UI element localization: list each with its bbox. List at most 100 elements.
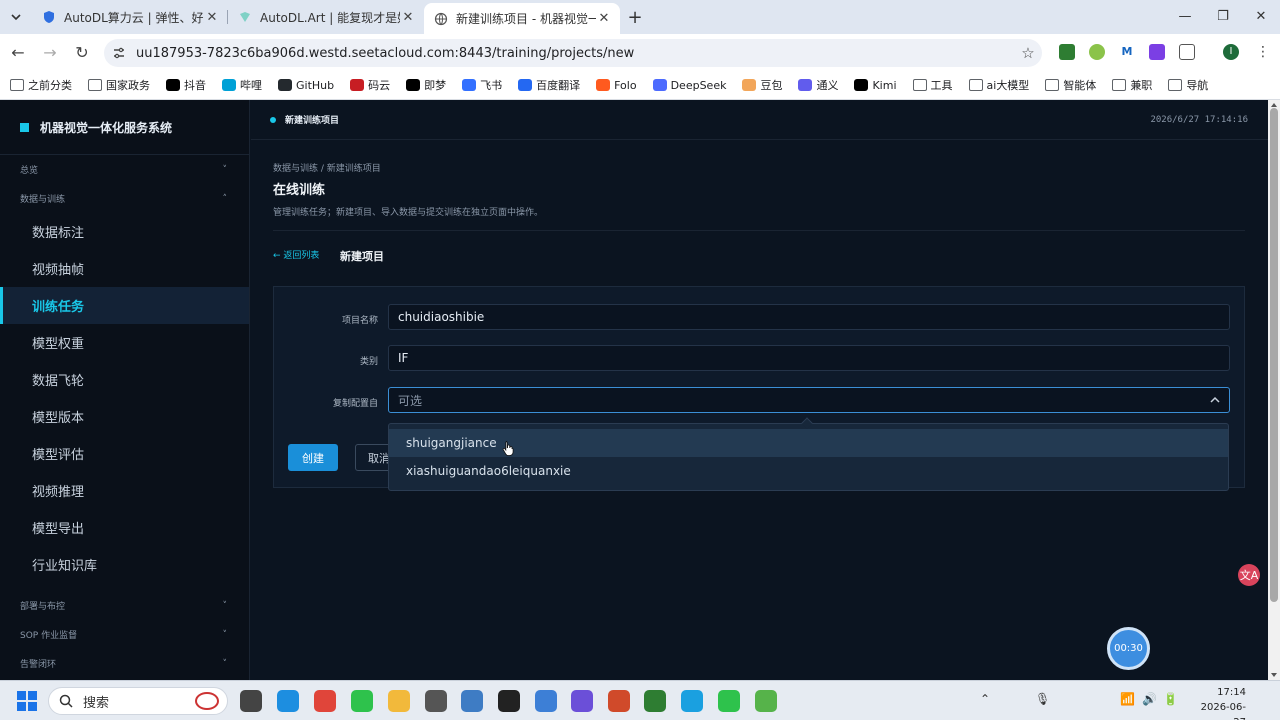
wechat-icon[interactable] xyxy=(351,690,373,712)
omnibox[interactable]: uu187953-7823c6ba906d.westd.seetacloud.c… xyxy=(104,39,1042,67)
bookmark-item[interactable]: 兼职 xyxy=(1112,77,1152,93)
folder-icon[interactable] xyxy=(388,690,410,712)
scrollbar-thumb[interactable] xyxy=(1270,108,1278,602)
translate-button[interactable]: 文A xyxy=(1238,564,1260,586)
bookmark-item[interactable]: 国家政务 xyxy=(88,77,150,93)
notepad-icon[interactable] xyxy=(461,690,483,712)
bookmark-item[interactable]: 通义 xyxy=(798,77,838,93)
site-favicon-icon xyxy=(798,79,813,91)
wifi-icon[interactable]: 📶 xyxy=(1120,692,1135,706)
app-icon[interactable] xyxy=(681,690,703,712)
bookmark-item[interactable]: 工具 xyxy=(912,77,953,93)
app-icon[interactable] xyxy=(571,690,593,712)
browser-tab-autodl-art[interactable]: AutoDL.Art | 能复现才是好算 ✕ xyxy=(228,3,424,31)
create-button[interactable]: 创建 xyxy=(288,444,338,471)
chrome-icon[interactable] xyxy=(314,690,336,712)
bookmark-item[interactable]: Kimi xyxy=(854,79,897,92)
bookmark-item[interactable]: 之前分类 xyxy=(10,77,72,93)
sidebar-group[interactable]: 数据与训练 ˄ xyxy=(0,184,249,213)
category-input[interactable]: IF xyxy=(388,345,1230,371)
bookmark-item[interactable]: 百度翻译 xyxy=(518,77,580,93)
restore-button[interactable]: ❐ xyxy=(1204,0,1242,32)
browser-tab-active[interactable]: 新建训练项目 - 机器视觉一体化 ✕ xyxy=(424,3,620,34)
site-info-icon[interactable] xyxy=(112,46,126,60)
page-scrollbar[interactable] xyxy=(1268,100,1280,680)
sidebar-item[interactable]: 数据飞轮 xyxy=(0,361,249,398)
bookmark-item[interactable]: 抖音 xyxy=(166,77,206,93)
bookmark-star-icon[interactable]: ☆ xyxy=(1014,44,1042,62)
profile-avatar[interactable]: I xyxy=(1223,44,1239,60)
sidebar-group[interactable]: SOP 作业监督 ˅ xyxy=(0,620,249,649)
extension-m-icon[interactable]: M xyxy=(1119,44,1135,60)
sidebar-item[interactable]: 模型版本 xyxy=(0,398,249,435)
bookmark-item[interactable]: ai大模型 xyxy=(968,77,1029,93)
url-text[interactable]: uu187953-7823c6ba906d.westd.seetacloud.c… xyxy=(136,46,1014,61)
sidebar-group[interactable]: 告警闭环 ˅ xyxy=(0,649,249,678)
sidebar-item[interactable]: 视频推理 xyxy=(0,472,249,509)
sidebar-item[interactable]: 训练任务 xyxy=(0,287,249,324)
back-to-list-link[interactable]: ← 返回列表 xyxy=(273,248,319,261)
brand[interactable]: 机器视觉一体化服务系统 xyxy=(0,100,249,155)
app-icon[interactable] xyxy=(425,690,447,712)
scroll-up-icon[interactable] xyxy=(1271,103,1277,107)
sidebar-group[interactable]: 部署与布控 ˅ xyxy=(0,591,249,620)
bookmark-item[interactable]: 飞书 xyxy=(462,77,502,93)
bookmark-item[interactable]: GitHub xyxy=(278,79,334,92)
sidebar-nav: 总览 ˅ 数据与训练 ˄ 数据标注 视频抽帧 训练任务 模型权重 数据飞轮 模型版本 模型评估 视频推… xyxy=(0,155,249,678)
bookmark-item[interactable]: 即梦 xyxy=(406,77,446,93)
extension-g-icon[interactable] xyxy=(1149,44,1165,60)
bookmark-item[interactable]: 导航 xyxy=(1168,77,1208,93)
microphone-icon[interactable]: 🎙 xyxy=(1035,692,1050,706)
bookmark-item[interactable]: 哔哩 xyxy=(222,77,262,93)
sidebar-item[interactable]: 视频抽帧 xyxy=(0,250,249,287)
wechat-work-icon[interactable] xyxy=(718,690,740,712)
copy-config-label: 复制配置自 xyxy=(332,399,378,409)
minimize-button[interactable]: — xyxy=(1166,0,1204,32)
bookmark-item[interactable]: 豆包 xyxy=(742,77,782,93)
sidebar-group[interactable]: 总览 ˅ xyxy=(0,155,249,184)
sidebar-item[interactable]: 模型权重 xyxy=(0,324,249,361)
extension-download-icon[interactable] xyxy=(1059,44,1075,60)
bookmark-item[interactable]: 智能体 xyxy=(1045,77,1096,93)
copy-config-select[interactable]: 可选 xyxy=(388,387,1230,413)
taskbar-clock[interactable]: 17:14 2026-06-27 xyxy=(1192,685,1246,720)
bookmark-item[interactable]: 码云 xyxy=(350,77,390,93)
bookmark-item[interactable]: Folo xyxy=(596,79,637,92)
tray-chevron-icon[interactable]: ⌃ xyxy=(980,692,990,706)
dropdown-option[interactable]: xiashuiguandao6leiquanxie xyxy=(389,457,1228,485)
browser-icon[interactable] xyxy=(535,690,557,712)
office-icon[interactable] xyxy=(608,690,630,712)
back-button[interactable]: ← xyxy=(4,39,32,67)
forward-button[interactable]: → xyxy=(36,39,64,67)
battery-icon[interactable]: 🔋 xyxy=(1163,692,1178,706)
project-name-input[interactable]: chuidiaoshibie xyxy=(388,304,1230,330)
browser-tab-autodl[interactable]: AutoDL算力云 | 弹性、好用、 ✕ xyxy=(32,3,228,31)
close-window-button[interactable]: ✕ xyxy=(1242,0,1280,32)
browser-menu-icon[interactable]: ⋮ xyxy=(1255,44,1271,60)
sidebar-item[interactable]: 模型评估 xyxy=(0,435,249,472)
edge-icon[interactable] xyxy=(277,690,299,712)
sidebar-item[interactable]: 行业知识库 xyxy=(0,546,249,583)
extension-leaf-icon[interactable] xyxy=(1089,44,1105,60)
new-tab-button[interactable]: + xyxy=(620,3,650,31)
bookmark-item[interactable]: DeepSeek xyxy=(652,79,726,92)
windows-start-icon[interactable] xyxy=(17,691,37,711)
extensions-puzzle-icon[interactable] xyxy=(1179,44,1195,60)
dropdown-option[interactable]: shuigangjiance xyxy=(389,429,1228,457)
scroll-down-icon[interactable] xyxy=(1271,673,1277,677)
close-icon[interactable]: ✕ xyxy=(596,11,612,26)
taskbar-search[interactable]: 搜索 xyxy=(48,687,228,715)
volume-icon[interactable]: 🔊 xyxy=(1142,692,1157,706)
timer-badge[interactable]: 00:30 xyxy=(1107,627,1150,670)
app-icon[interactable] xyxy=(755,690,777,712)
sidebar-item[interactable]: 模型导出 xyxy=(0,509,249,546)
chevron-down-icon: ˅ xyxy=(222,164,228,175)
file-explorer-icon[interactable] xyxy=(240,690,262,712)
close-icon[interactable]: ✕ xyxy=(400,10,416,25)
qq-icon[interactable] xyxy=(498,690,520,712)
sidebar-item[interactable]: 数据标注 xyxy=(0,213,249,250)
tab-search-button[interactable] xyxy=(0,0,32,34)
terminal-icon[interactable] xyxy=(644,690,666,712)
close-icon[interactable]: ✕ xyxy=(204,10,220,25)
reload-button[interactable]: ↻ xyxy=(68,39,96,67)
